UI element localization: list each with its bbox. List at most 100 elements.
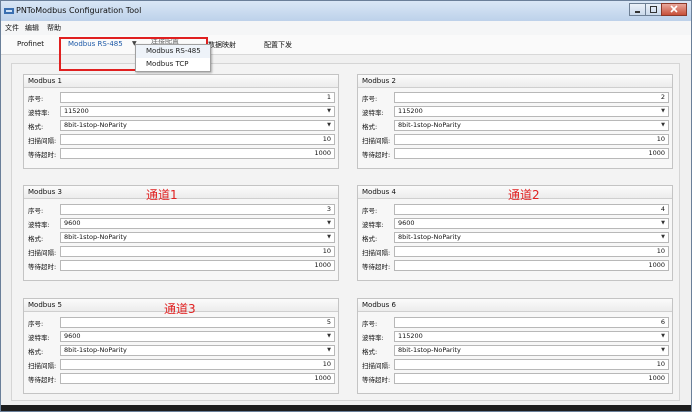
timeout-label: 等待超时: (28, 376, 57, 384)
scan-row: 扫描间隔: 10 (362, 246, 669, 257)
index-input[interactable]: 4 (394, 204, 669, 215)
baud-select[interactable]: 115200 ▼ (60, 106, 335, 117)
index-row: 序号: 3 (28, 204, 335, 215)
chevron-down-icon: ▼ (661, 220, 665, 226)
baud-value: 115200 (398, 332, 423, 340)
baud-label: 波特率: (362, 109, 384, 117)
timeout-input[interactable]: 1000 (394, 373, 669, 384)
index-input[interactable]: 6 (394, 317, 669, 328)
baud-label: 波特率: (28, 109, 50, 117)
chevron-down-icon: ▼ (661, 347, 665, 353)
chevron-down-icon: ▼ (327, 108, 331, 114)
timeout-input[interactable]: 1000 (60, 260, 335, 271)
format-row: 格式: 8bit-1stop-NoParity ▼ (362, 232, 669, 243)
group-title: Modbus 2 (358, 75, 672, 88)
main-panel: Modbus 1 序号: 1 波特率: 115200 ▼ 格式: 8bit-1st… (11, 63, 680, 401)
scan-label: 扫描间隔: (28, 362, 57, 370)
tab-data-mapping[interactable]: 数据映射 (208, 40, 236, 50)
format-row: 格式: 8bit-1stop-NoParity ▼ (28, 120, 335, 131)
group-title: Modbus 3 (24, 186, 338, 199)
scan-label: 扫描间隔: (28, 137, 57, 145)
chevron-down-icon: ▼ (661, 108, 665, 114)
baud-row: 波特率: 115200 ▼ (362, 331, 669, 342)
format-value: 8bit-1stop-NoParity (398, 233, 461, 241)
baud-value: 9600 (398, 219, 415, 227)
index-label: 序号: (362, 95, 378, 103)
index-input[interactable]: 1 (60, 92, 335, 103)
timeout-label: 等待超时: (362, 376, 391, 384)
timeout-input[interactable]: 1000 (60, 148, 335, 159)
chevron-down-icon: ▼ (327, 347, 331, 353)
timeout-row: 等待超时: 1000 (28, 373, 335, 384)
baud-value: 115200 (64, 107, 89, 115)
scan-label: 扫描间隔: (28, 249, 57, 257)
modbus-group-1: Modbus 1 序号: 1 波特率: 115200 ▼ 格式: 8bit-1st… (23, 74, 339, 169)
format-select[interactable]: 8bit-1stop-NoParity ▼ (60, 120, 335, 131)
baud-value: 115200 (398, 107, 423, 115)
index-input[interactable]: 5 (60, 317, 335, 328)
close-button[interactable] (661, 3, 687, 16)
maximize-icon (650, 6, 657, 13)
index-input[interactable]: 2 (394, 92, 669, 103)
channel-annotation-2: 通道2 (508, 188, 540, 202)
tab-profinet[interactable]: Profinet (17, 40, 44, 48)
timeout-input[interactable]: 1000 (394, 260, 669, 271)
minimize-button[interactable] (629, 3, 646, 16)
timeout-label: 等待超时: (28, 263, 57, 271)
timeout-label: 等待超时: (362, 263, 391, 271)
scan-input[interactable]: 10 (394, 359, 669, 370)
menu-edit[interactable]: 编辑 (25, 23, 39, 33)
index-label: 序号: (28, 207, 44, 215)
menu-help[interactable]: 帮助 (47, 23, 61, 33)
format-select[interactable]: 8bit-1stop-NoParity ▼ (394, 120, 669, 131)
timeout-label: 等待超时: (362, 151, 391, 159)
format-select[interactable]: 8bit-1stop-NoParity ▼ (394, 232, 669, 243)
scan-input[interactable]: 10 (60, 359, 335, 370)
format-select[interactable]: 8bit-1stop-NoParity ▼ (60, 232, 335, 243)
timeout-row: 等待超时: 1000 (362, 260, 669, 271)
index-label: 序号: (28, 320, 44, 328)
timeout-input[interactable]: 1000 (60, 373, 335, 384)
dropdown-item-tcp[interactable]: Modbus TCP (136, 58, 210, 71)
baud-row: 波特率: 115200 ▼ (362, 106, 669, 117)
baud-label: 波特率: (28, 221, 50, 229)
timeout-row: 等待超时: 1000 (28, 148, 335, 159)
scan-input[interactable]: 10 (394, 134, 669, 145)
format-label: 格式: (362, 235, 378, 243)
scan-input[interactable]: 10 (60, 246, 335, 257)
format-label: 格式: (28, 123, 44, 131)
title-bar: PNToModbus Configuration Tool (1, 1, 691, 21)
index-row: 序号: 2 (362, 92, 669, 103)
chevron-down-icon: ▼ (327, 220, 331, 226)
tab-config-download[interactable]: 配置下发 (264, 40, 292, 50)
scan-label: 扫描间隔: (362, 362, 391, 370)
scan-label: 扫描间隔: (362, 137, 391, 145)
format-select[interactable]: 8bit-1stop-NoParity ▼ (394, 345, 669, 356)
menu-file[interactable]: 文件 (5, 23, 19, 33)
timeout-label: 等待超时: (28, 151, 57, 159)
baud-row: 波特率: 9600 ▼ (28, 218, 335, 229)
scan-input[interactable]: 10 (60, 134, 335, 145)
format-select[interactable]: 8bit-1stop-NoParity ▼ (60, 345, 335, 356)
scan-input[interactable]: 10 (394, 246, 669, 257)
format-value: 8bit-1stop-NoParity (64, 233, 127, 241)
maximize-button[interactable] (645, 3, 662, 16)
dropdown-item-rs485[interactable]: Modbus RS-485 (136, 45, 210, 58)
format-label: 格式: (28, 235, 44, 243)
timeout-input[interactable]: 1000 (394, 148, 669, 159)
format-label: 格式: (362, 348, 378, 356)
chevron-down-icon: ▼ (327, 333, 331, 339)
index-input[interactable]: 3 (60, 204, 335, 215)
baud-select[interactable]: 115200 ▼ (394, 331, 669, 342)
modbus-group-2: Modbus 2 序号: 2 波特率: 115200 ▼ 格式: 8bit-1st… (357, 74, 673, 169)
baud-value: 9600 (64, 219, 81, 227)
chevron-down-icon: ▼ (327, 122, 331, 128)
format-value: 8bit-1stop-NoParity (64, 121, 127, 129)
index-row: 序号: 6 (362, 317, 669, 328)
baud-select[interactable]: 9600 ▼ (60, 218, 335, 229)
baud-select[interactable]: 115200 ▼ (394, 106, 669, 117)
baud-select[interactable]: 9600 ▼ (394, 218, 669, 229)
format-value: 8bit-1stop-NoParity (64, 346, 127, 354)
baud-select[interactable]: 9600 ▼ (60, 331, 335, 342)
format-row: 格式: 8bit-1stop-NoParity ▼ (362, 345, 669, 356)
